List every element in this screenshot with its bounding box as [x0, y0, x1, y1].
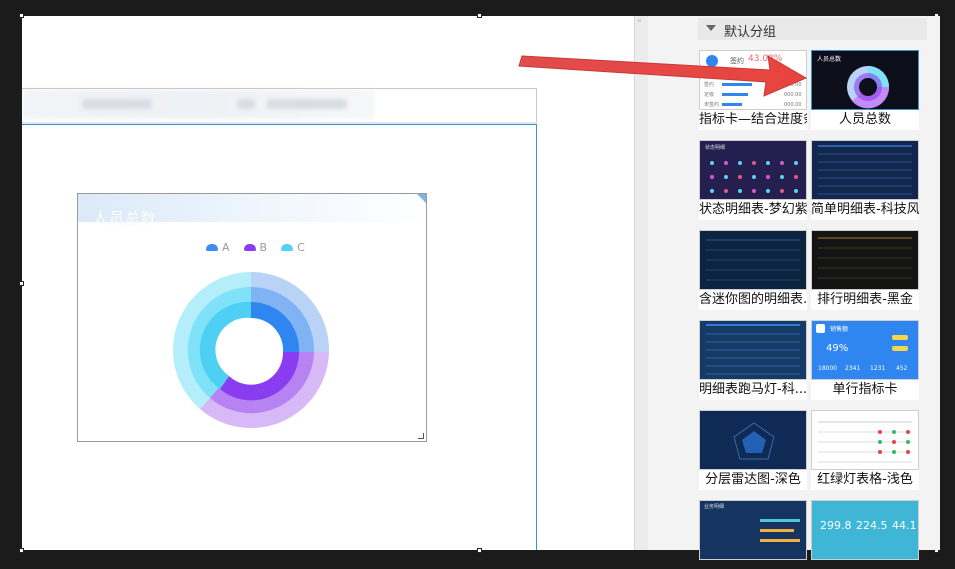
car-icon [243, 244, 256, 251]
bag-icon [816, 324, 825, 333]
selection-handle[interactable] [477, 13, 482, 18]
tile-label: 含迷你图的明细表... [699, 290, 807, 310]
tile-thumbnail: 业务明细 [699, 500, 807, 560]
thumb-number: 44.1 [892, 519, 917, 532]
thumb-value: 000.00 [784, 92, 802, 98]
thumb-name: 销售额 [830, 326, 849, 333]
mini-radar [733, 422, 775, 460]
component-tile[interactable]: 含迷你图的明细表... [699, 230, 807, 310]
group-label: 默认分组 [724, 25, 777, 40]
component-tile[interactable]: 排行明细表-黑金 [811, 230, 919, 310]
thumb-value: 000.00 [784, 82, 802, 88]
tile-thumbnail [811, 140, 919, 200]
thumb-number: 452 [896, 365, 908, 372]
thumb-number: 2341 [845, 365, 861, 372]
thumb-value: 000.00 [784, 102, 802, 108]
selection-handle[interactable] [477, 548, 482, 553]
thumb-number: 1231 [870, 365, 886, 372]
thumb-pct: 49% [826, 343, 849, 354]
tile-thumbnail: 人员总数 [811, 50, 919, 110]
thumb-row-label: 定级 [704, 92, 715, 98]
tile-thumbnail [699, 410, 807, 470]
thumb-row-label: 未签约 [704, 102, 720, 108]
chart-legend: A B C [206, 241, 305, 254]
selection-handle[interactable] [19, 281, 24, 286]
progress-bar [722, 83, 752, 86]
component-tile[interactable]: 人员总数 人员总数 [811, 50, 919, 130]
thumb-title: 业务明细 [704, 504, 725, 510]
thumb-number: 224.5 [856, 519, 888, 532]
component-tile[interactable]: 简单明细表-科技风 [811, 140, 919, 220]
tile-thumbnail [699, 320, 807, 380]
widget-title: 人员总数 [93, 209, 158, 227]
tile-thumbnail: 销售额 49% 18000 2341 1231 452 [811, 320, 919, 380]
selection-handle[interactable] [19, 548, 24, 553]
component-tile[interactable]: 红绿灯表格-浅色 [811, 410, 919, 490]
tile-thumbnail: 状态明细 [699, 140, 807, 200]
tile-label: 简单明细表-科技风 [811, 200, 919, 220]
badge [892, 346, 908, 351]
tile-thumbnail [811, 410, 919, 470]
screenshot-stage: 人员总数 A B C « 默认分组 签约 43.08% 签约 定级 未签约 00… [0, 0, 955, 569]
legend-label: B [259, 241, 268, 254]
widget-corner-marker [417, 194, 426, 203]
thumb-number: 299.8 [820, 519, 852, 532]
tile-thumbnail: 299.8 224.5 44.1 [811, 500, 919, 560]
thumb-title: 状态明细 [705, 145, 726, 151]
component-tile[interactable]: 状态明细 状态明细表-梦幻紫 [699, 140, 807, 220]
legend-item-a[interactable]: A [206, 241, 230, 254]
tile-label: 状态明细表-梦幻紫 [699, 200, 807, 220]
tile-label: 明细表跑马灯-科... [699, 380, 807, 400]
tile-label: 排行明细表-黑金 [811, 290, 919, 310]
collapse-icon[interactable]: « [637, 16, 642, 25]
panel-splitter[interactable]: « [634, 16, 648, 550]
thumb-name: 签约 [730, 57, 744, 65]
tile-label: 单行指标卡 [811, 380, 919, 400]
caret-down-icon[interactable] [706, 25, 716, 31]
tile-label: 红绿灯表格-浅色 [811, 470, 919, 490]
legend-item-c[interactable]: C [281, 241, 305, 254]
component-tile[interactable]: 299.8 224.5 44.1 [811, 500, 919, 560]
badge [892, 335, 908, 340]
car-icon [206, 244, 218, 251]
legend-label: A [222, 241, 230, 254]
thumb-pct: 43.08% [748, 54, 783, 64]
group-header[interactable]: 默认分组 [698, 18, 927, 40]
car-icon [281, 244, 294, 251]
thumb-row-label: 签约 [704, 82, 715, 88]
tile-label: 分层雷达图-深色 [699, 470, 807, 490]
resize-handle[interactable] [418, 433, 424, 439]
legend-label: C [297, 241, 305, 254]
thumb-number: 18000 [818, 365, 838, 372]
tile-thumbnail [699, 230, 807, 290]
tile-label: 人员总数 [811, 110, 919, 130]
tile-thumbnail: 签约 43.08% 签约 定级 未签约 000.00 000.00 000.00 [699, 50, 807, 110]
tile-label: 指标卡—结合进度条 [699, 110, 807, 130]
tile-thumbnail [811, 230, 919, 290]
design-canvas[interactable]: 人员总数 A B C [22, 16, 634, 550]
chart-widget[interactable]: 人员总数 A B C [77, 193, 427, 442]
legend-item-b[interactable]: B [243, 241, 268, 254]
component-tile[interactable]: 业务明细 [699, 500, 807, 560]
component-tile[interactable]: 明细表跑马灯-科... [699, 320, 807, 400]
component-tile[interactable]: 销售额 49% 18000 2341 1231 452 单行指标卡 [811, 320, 919, 400]
mini-sunburst [847, 66, 890, 109]
component-tile[interactable]: 分层雷达图-深色 [699, 410, 807, 490]
component-tile[interactable]: 签约 43.08% 签约 定级 未签约 000.00 000.00 000.00… [699, 50, 807, 130]
selection-handle[interactable] [19, 13, 24, 18]
progress-bar [722, 103, 742, 106]
edit-icon [706, 55, 718, 67]
sunburst-chart[interactable] [173, 272, 329, 428]
progress-bar [722, 93, 748, 96]
